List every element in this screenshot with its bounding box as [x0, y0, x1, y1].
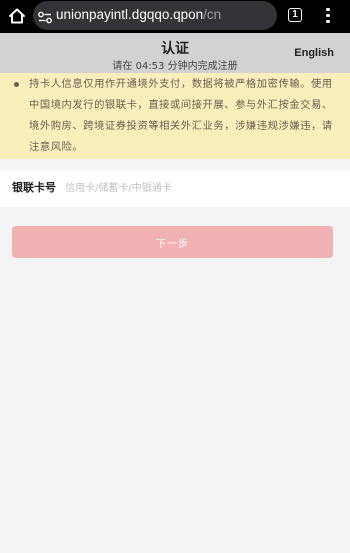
site-settings-icon[interactable]: [38, 9, 52, 24]
notice-banner: 持卡人信息仅用作开通境外支付，数据将被严格加密传输。使用中国境内发行的银联卡，直…: [0, 73, 350, 159]
home-icon[interactable]: [8, 7, 26, 25]
tab-switcher-icon[interactable]: 1: [288, 8, 302, 22]
more-vert-icon[interactable]: [320, 6, 336, 26]
countdown-text: 请在 04:53 分钟内完成注册: [112, 61, 238, 72]
url-text: unionpayintl.dgqqo.qpon/cn: [56, 7, 221, 22]
language-switch-link[interactable]: English: [294, 47, 334, 59]
card-number-input[interactable]: [62, 175, 335, 201]
next-button[interactable]: 下一步: [12, 226, 333, 258]
url-path: /cn: [203, 7, 222, 22]
address-bar[interactable]: unionpayintl.dgqqo.qpon/cn: [33, 1, 277, 30]
page-header: 认证 请在 04:53 分钟内完成注册 English: [0, 33, 350, 73]
card-number-row: 银联卡号: [0, 170, 350, 207]
card-number-label: 银联卡号: [12, 181, 56, 194]
notice-text: 持卡人信息仅用作开通境外支付，数据将被严格加密传输。使用中国境内发行的银联卡，直…: [29, 78, 333, 153]
bullet-icon: [14, 82, 19, 87]
url-domain: unionpayintl.dgqqo.qpon: [56, 7, 204, 22]
browser-toolbar: unionpayintl.dgqqo.qpon/cn 1: [0, 0, 350, 33]
